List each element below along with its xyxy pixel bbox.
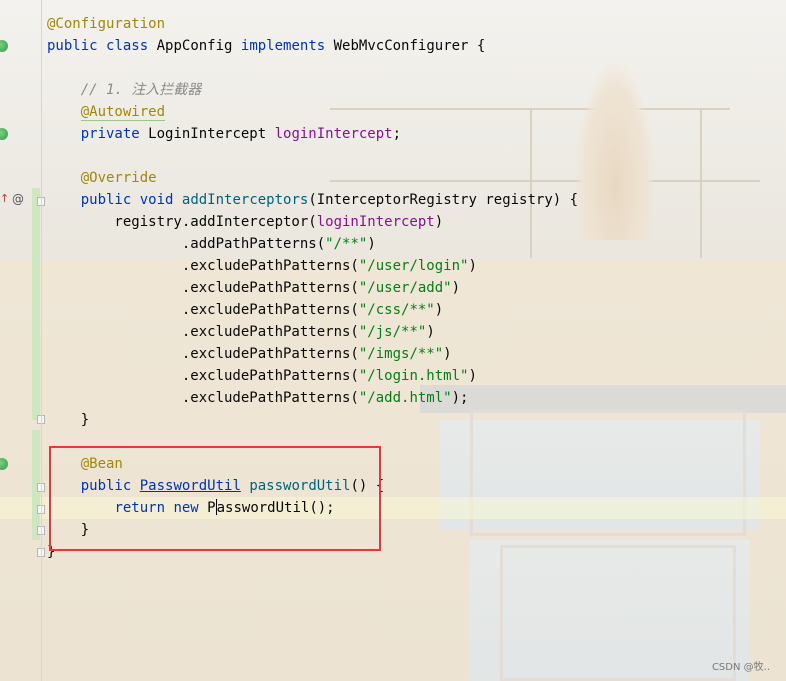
code-token: "/login.html": [358, 368, 469, 384]
code-token: .addPathPatterns(: [47, 236, 326, 252]
code-line[interactable]: // 1. 注入拦截器: [47, 79, 578, 101]
code-token: .excludePathPatterns(: [47, 390, 359, 406]
watermark: CSDN @牧..: [711, 662, 770, 673]
code-line[interactable]: .excludePathPatterns("/login.html"): [47, 365, 578, 387]
code-line[interactable]: registry.addInterceptor(loginIntercept): [47, 211, 578, 233]
code-line[interactable]: ​: [47, 57, 578, 79]
code-token: ): [468, 258, 477, 274]
code-token: implements: [240, 38, 326, 54]
code-token: "/css/**": [358, 302, 435, 318]
code-token: "/user/add": [358, 280, 452, 296]
code-token: AppConfig: [148, 38, 241, 54]
code-token: class: [106, 38, 149, 54]
code-token: .excludePathPatterns(: [47, 258, 359, 274]
code-token: .excludePathPatterns(: [47, 324, 359, 340]
code-token: public: [47, 38, 98, 54]
code-line[interactable]: public void addInterceptors(InterceptorR…: [47, 189, 578, 211]
annotation-at-icon[interactable]: @: [12, 192, 24, 206]
spring-bean-icon[interactable]: [0, 458, 8, 470]
code-token: ): [443, 346, 452, 362]
code-token: "/user/login": [358, 258, 469, 274]
code-token: @Override: [80, 170, 157, 186]
code-line[interactable]: .excludePathPatterns("/user/add"): [47, 277, 578, 299]
code-token: ): [451, 280, 461, 296]
code-token: ): [468, 368, 477, 384]
code-token: ): [367, 236, 376, 252]
background-violin: [575, 60, 655, 240]
code-line[interactable]: @Autowired: [47, 101, 578, 123]
code-token: void: [139, 192, 174, 208]
override-arrow-icon[interactable]: ↑: [0, 192, 9, 205]
code-token: ): [434, 214, 444, 230]
code-token: loginIntercept: [316, 214, 435, 230]
code-token: LoginIntercept: [139, 126, 275, 142]
red-highlight-box: [49, 446, 381, 551]
code-token: addInterceptors: [181, 192, 309, 208]
code-line[interactable]: .excludePathPatterns("/user/login"): [47, 255, 578, 277]
code-token: registry.addInterceptor(: [47, 214, 317, 230]
gutter-divider: [41, 0, 42, 681]
code-token: private: [80, 126, 140, 142]
code-token: (InterceptorRegistry registry) {: [308, 192, 579, 208]
code-line[interactable]: .excludePathPatterns("/imgs/**"): [47, 343, 578, 365]
spring-autowired-icon[interactable]: [0, 128, 8, 140]
code-token: .excludePathPatterns(: [47, 346, 359, 362]
code-line[interactable]: }: [47, 409, 578, 431]
code-line[interactable]: @Configuration: [47, 13, 578, 35]
code-token: );: [451, 390, 469, 406]
code-line[interactable]: .addPathPatterns("/**"): [47, 233, 578, 255]
code-line[interactable]: .excludePathPatterns("/js/**"): [47, 321, 578, 343]
code-token: .excludePathPatterns(: [47, 368, 359, 384]
code-line[interactable]: public class AppConfig implements WebMvc…: [47, 35, 578, 57]
code-line[interactable]: @Override: [47, 167, 578, 189]
background-post: [700, 108, 702, 258]
code-token: "/imgs/**": [358, 346, 444, 362]
code-line[interactable]: .excludePathPatterns("/add.html");: [47, 387, 578, 409]
code-token: .excludePathPatterns(: [47, 302, 359, 318]
code-token: "/js/**": [358, 324, 427, 340]
code-line[interactable]: private LoginIntercept loginIntercept;: [47, 123, 578, 145]
code-token: @Configuration: [47, 16, 166, 32]
code-token: "/add.html": [358, 390, 452, 406]
code-token: public: [80, 192, 132, 208]
editor-gutter[interactable]: ↑ @: [0, 0, 45, 681]
code-line[interactable]: ​: [47, 145, 578, 167]
code-token: }: [47, 412, 90, 428]
code-token: ): [434, 302, 444, 318]
code-token: loginIntercept: [274, 126, 393, 142]
code-token: @Autowired: [80, 104, 166, 121]
background-window-frame: [500, 545, 736, 681]
code-token: // 1. 注入拦截器: [47, 82, 202, 98]
code-token: ): [426, 324, 435, 340]
code-token: .excludePathPatterns(: [47, 280, 359, 296]
code-line[interactable]: .excludePathPatterns("/css/**"): [47, 299, 578, 321]
code-token: ;: [392, 126, 402, 142]
modified-lines-marker: [32, 188, 40, 420]
code-token: "/**": [325, 236, 368, 252]
spring-config-icon[interactable]: [0, 40, 8, 52]
code-token: WebMvcConfigurer {: [325, 38, 486, 54]
